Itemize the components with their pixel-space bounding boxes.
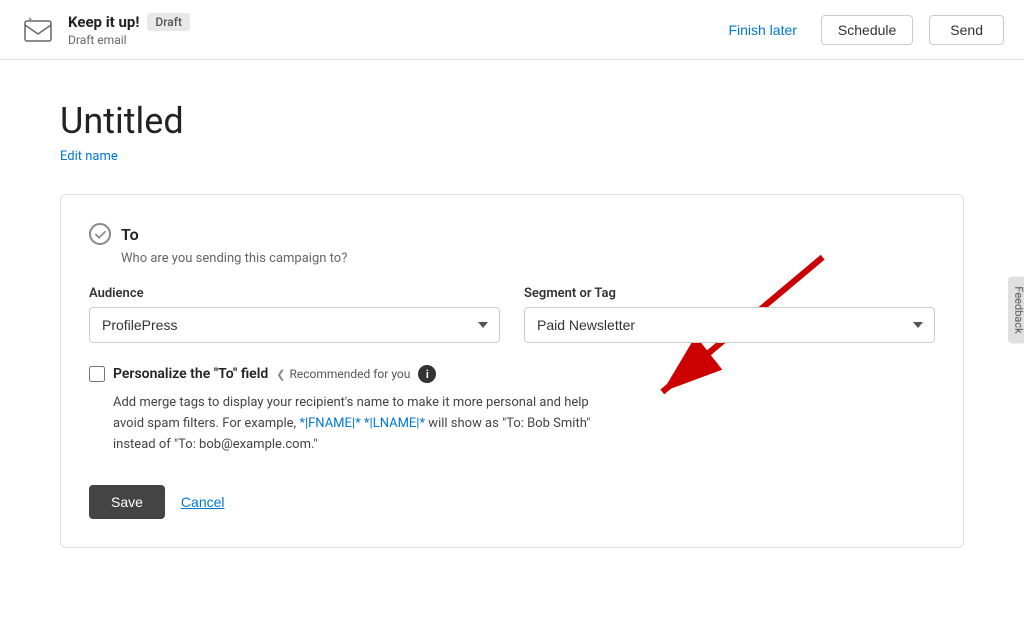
chevron-icon: ❮ (276, 368, 285, 381)
card-header: To (89, 223, 935, 245)
personalize-label: Personalize the "To" field (113, 366, 268, 382)
header: Keep it up! Draft Draft email Finish lat… (0, 0, 1024, 60)
action-buttons: Save Cancel (89, 485, 935, 519)
feedback-tab[interactable]: Feedback (1008, 276, 1024, 343)
cancel-button[interactable]: Cancel (181, 494, 225, 510)
audience-group: Audience ProfilePress All Subscribers (89, 286, 500, 343)
to-section-card: To Who are you sending this campaign to?… (60, 194, 964, 548)
segment-select-wrapper: Paid Newsletter Free Newsletter All (524, 307, 935, 343)
schedule-button[interactable]: Schedule (821, 15, 913, 45)
main-content: Untitled Edit name To Who are you sendin… (0, 60, 1024, 578)
edit-name-link[interactable]: Edit name (60, 149, 118, 164)
recommended-text: Recommended for you (289, 367, 410, 381)
segment-label: Segment or Tag (524, 286, 935, 301)
card-subtitle: Who are you sending this campaign to? (121, 251, 935, 266)
email-draft-icon (20, 12, 56, 48)
selects-row: Audience ProfilePress All Subscribers Se… (89, 286, 935, 343)
personalize-header: Personalize the "To" field ❮ Recommended… (89, 365, 935, 383)
info-icon[interactable]: i (418, 365, 436, 383)
save-button[interactable]: Save (89, 485, 165, 519)
draft-email-label: Draft email (68, 33, 190, 47)
audience-select[interactable]: ProfilePress All Subscribers (89, 307, 500, 343)
draft-badge: Draft (147, 13, 190, 31)
finish-later-button[interactable]: Finish later (720, 16, 804, 44)
audience-select-wrapper: ProfilePress All Subscribers (89, 307, 500, 343)
segment-select[interactable]: Paid Newsletter Free Newsletter All (524, 307, 935, 343)
audience-label: Audience (89, 286, 500, 301)
header-title-row: Keep it up! Draft (68, 13, 190, 31)
check-circle-icon (89, 223, 111, 245)
personalize-checkbox[interactable] (89, 366, 105, 382)
fname-tag-link[interactable]: *|FNAME|* (299, 416, 360, 431)
keep-it-up-text: Keep it up! (68, 13, 139, 31)
header-right: Finish later Schedule Send (720, 15, 1004, 45)
send-button[interactable]: Send (929, 15, 1004, 45)
personalize-description: Add merge tags to display your recipient… (113, 393, 613, 455)
recommended-badge: ❮ Recommended for you (276, 367, 410, 381)
lname-tag-link[interactable]: *|LNAME|* (364, 416, 425, 431)
header-left: Keep it up! Draft Draft email (20, 12, 190, 48)
personalize-section: Personalize the "To" field ❮ Recommended… (89, 365, 935, 455)
header-title-group: Keep it up! Draft Draft email (68, 13, 190, 47)
card-section-title: To (121, 225, 139, 244)
page-title: Untitled (60, 100, 964, 142)
segment-group: Segment or Tag Paid Newsletter Free News… (524, 286, 935, 343)
